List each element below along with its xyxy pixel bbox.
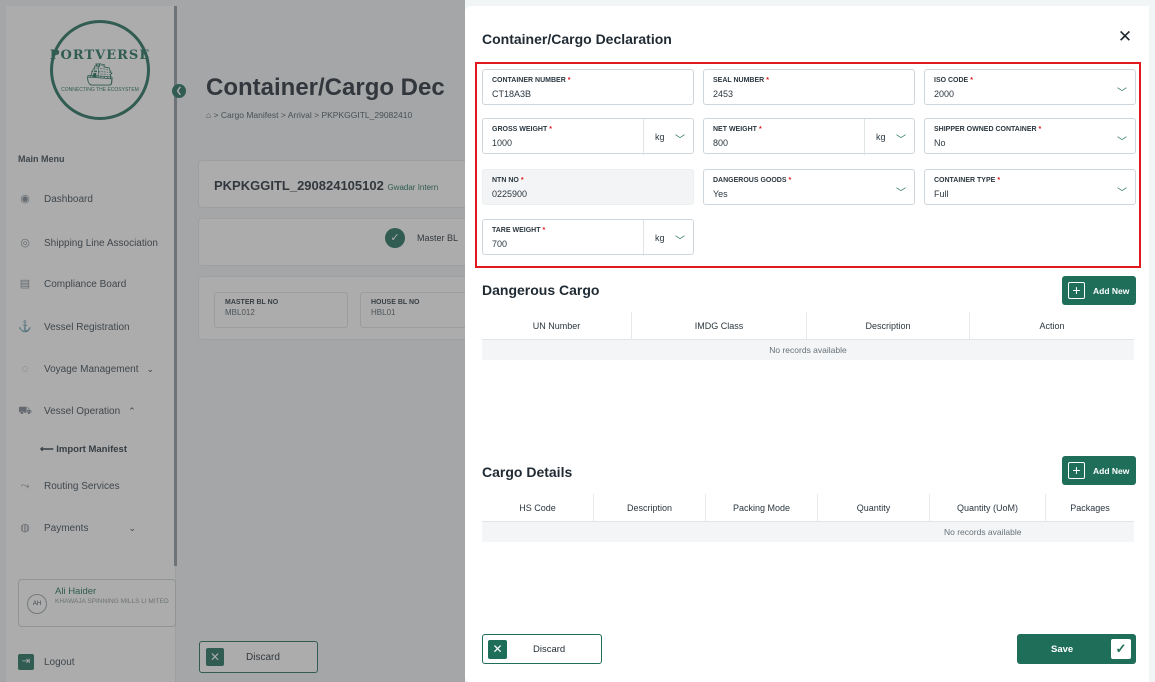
required-marker: * — [542, 227, 546, 234]
iso-code-value: 2000 — [934, 89, 955, 99]
ntn-no-field: NTN NO * 0225900 — [482, 169, 694, 205]
seal-number-field[interactable]: SEAL NUMBER * 2453 — [703, 69, 915, 105]
label-text: DANGEROUS GOODS — [713, 177, 787, 184]
save-button[interactable]: Save ✓ — [1017, 634, 1136, 664]
column-header[interactable]: Packages — [1046, 494, 1134, 522]
column-header[interactable]: UN Number — [482, 311, 632, 340]
net-weight-unit[interactable]: kg — [876, 132, 886, 142]
container-cargo-modal: Container/Cargo Declaration ✕ CONTAINER … — [465, 6, 1149, 682]
column-header[interactable]: IMDG Class — [632, 311, 807, 340]
label-text: SHIPPER OWNED CONTAINER — [934, 126, 1037, 133]
label-text: SEAL NUMBER — [713, 77, 765, 84]
chevron-down-icon: ﹀ — [896, 135, 906, 146]
add-dangerous-cargo-button[interactable]: + Add New — [1062, 276, 1136, 305]
unit-divider — [643, 220, 644, 256]
container-number-input[interactable]: CT18A3B — [492, 89, 531, 99]
add-label: Add New — [1093, 285, 1130, 296]
shipper-owned-select[interactable]: SHIPPER OWNED CONTAINER * No ﹀ — [924, 118, 1136, 154]
chevron-down-icon: ﹀ — [675, 236, 685, 247]
dangerous-goods-value: Yes — [713, 189, 728, 199]
column-header[interactable]: Description — [594, 493, 706, 522]
empty-state: No records available — [482, 340, 1134, 360]
field-label: NTN NO * — [492, 177, 524, 184]
cargo-details-table: HS Code Description Packing Mode Quantit… — [482, 493, 1134, 542]
chevron-down-icon: ﹀ — [896, 188, 906, 199]
discard-button[interactable]: ✕ Discard — [482, 634, 602, 664]
field-label: DANGEROUS GOODS * — [713, 177, 791, 184]
close-icon: ✕ — [488, 639, 507, 659]
tare-weight-unit[interactable]: kg — [655, 233, 665, 243]
ntn-no-value: 0225900 — [492, 189, 528, 199]
required-marker: * — [758, 126, 762, 133]
close-icon: ✕ — [1117, 27, 1133, 46]
add-cargo-detail-button[interactable]: + Add New — [1062, 456, 1136, 485]
add-label: Add New — [1093, 465, 1130, 476]
iso-code-select[interactable]: ISO CODE * 2000 ﹀ — [924, 69, 1136, 105]
seal-number-input[interactable]: 2453 — [713, 89, 733, 99]
field-label: SEAL NUMBER * — [713, 77, 769, 84]
field-label: SHIPPER OWNED CONTAINER * — [934, 126, 1041, 133]
field-label: NET WEIGHT * — [713, 126, 762, 133]
net-weight-field[interactable]: NET WEIGHT * 800 kg ﹀ — [703, 118, 915, 155]
field-label: ISO CODE * — [934, 77, 973, 84]
tare-weight-field[interactable]: TARE WEIGHT * 700 kg ﹀ — [482, 219, 694, 256]
close-button[interactable]: ✕ — [1115, 27, 1135, 47]
column-header[interactable]: Description — [807, 311, 970, 340]
dangerous-cargo-table: UN Number IMDG Class Description Action … — [482, 311, 1134, 360]
label-text: TARE WEIGHT — [492, 227, 541, 234]
column-header[interactable]: Quantity — [818, 493, 930, 522]
label-text: GROSS WEIGHT — [492, 126, 548, 133]
container-type-value: Full — [934, 189, 949, 199]
save-label: Save — [1051, 643, 1074, 655]
required-marker: * — [567, 77, 571, 84]
chevron-down-icon: ﹀ — [675, 135, 685, 146]
field-label: CONTAINER NUMBER * — [492, 77, 571, 84]
unit-divider — [643, 119, 644, 155]
container-type-select[interactable]: CONTAINER TYPE * Full ﹀ — [924, 169, 1136, 205]
label-text: CONTAINER TYPE — [934, 177, 996, 184]
required-marker: * — [549, 126, 552, 133]
cargo-details-title: Cargo Details — [482, 464, 573, 480]
plus-icon: + — [1068, 462, 1085, 479]
field-label: CONTAINER TYPE * — [934, 177, 1000, 184]
chevron-down-icon: ﹀ — [1117, 188, 1127, 199]
gross-weight-unit[interactable]: kg — [655, 132, 665, 142]
dangerous-cargo-title: Dangerous Cargo — [482, 282, 600, 298]
field-label: TARE WEIGHT * — [492, 227, 545, 234]
net-weight-input[interactable]: 800 — [713, 138, 728, 148]
check-icon: ✓ — [1111, 639, 1131, 659]
container-number-field[interactable]: CONTAINER NUMBER * CT18A3B — [482, 69, 694, 105]
field-label: GROSS WEIGHT * — [492, 126, 552, 133]
required-marker: * — [970, 77, 973, 84]
required-marker: * — [997, 177, 1001, 184]
modal-title: Container/Cargo Declaration — [482, 31, 672, 47]
required-marker: * — [1038, 126, 1042, 133]
label-text: NTN NO — [492, 177, 519, 184]
column-header[interactable]: Quantity (UoM) — [930, 493, 1046, 522]
plus-icon: + — [1068, 282, 1085, 299]
label-text: ISO CODE — [934, 77, 969, 84]
column-header[interactable]: Packing Mode — [706, 493, 818, 522]
table-header: HS Code Description Packing Mode Quantit… — [482, 493, 1134, 522]
gross-weight-input[interactable]: 1000 — [492, 138, 512, 148]
required-marker: * — [766, 77, 769, 84]
shipper-owned-value: No — [934, 138, 946, 148]
label-text: NET WEIGHT — [713, 126, 757, 133]
discard-label: Discard — [533, 643, 566, 655]
gross-weight-field[interactable]: GROSS WEIGHT * 1000 kg ﹀ — [482, 118, 694, 155]
chevron-down-icon: ﹀ — [1117, 137, 1127, 148]
column-header[interactable]: Action — [970, 312, 1134, 340]
empty-state: No records available — [482, 522, 1134, 542]
required-marker: * — [520, 177, 524, 184]
dangerous-goods-select[interactable]: DANGEROUS GOODS * Yes ﹀ — [703, 169, 915, 205]
label-text: CONTAINER NUMBER — [492, 77, 566, 84]
required-marker: * — [788, 177, 792, 184]
modal-backdrop[interactable] — [0, 0, 465, 682]
column-header[interactable]: HS Code — [482, 493, 594, 522]
unit-divider — [864, 119, 865, 155]
table-header: UN Number IMDG Class Description Action — [482, 311, 1134, 340]
tare-weight-input[interactable]: 700 — [492, 239, 507, 249]
chevron-down-icon: ﹀ — [1117, 88, 1127, 99]
